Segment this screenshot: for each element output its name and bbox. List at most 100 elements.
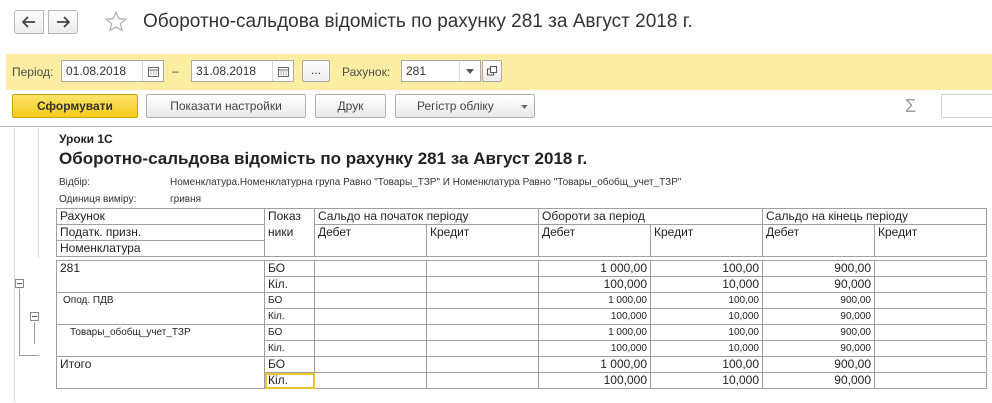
date-to-field[interactable]: 31.08.2018 <box>191 60 294 82</box>
cell[interactable] <box>874 340 987 357</box>
report-title: Оборотно-сальдова відомість по рахунку 2… <box>59 149 588 168</box>
sum-icon[interactable]: Σ <box>905 96 916 117</box>
forward-button[interactable] <box>48 10 78 34</box>
cell-turnover-debit[interactable]: 1 000,00 <box>538 260 651 277</box>
cell[interactable] <box>426 276 539 293</box>
cell-closing-debit[interactable]: 90,000 <box>762 276 875 293</box>
cell-closing-debit[interactable]: 90,000 <box>762 372 875 389</box>
cell[interactable] <box>874 260 987 277</box>
cell-turnover-debit[interactable]: 1 000,00 <box>538 292 651 309</box>
cell[interactable] <box>874 292 987 309</box>
favorite-star-icon[interactable] <box>104 10 128 34</box>
cell-closing-debit[interactable]: 90,000 <box>762 308 875 325</box>
header-nomenclature: Номенклатура <box>56 240 265 257</box>
cell[interactable] <box>314 276 427 293</box>
register-button[interactable]: Регістр обліку <box>395 94 535 118</box>
cell[interactable] <box>874 324 987 341</box>
header-turnover-debit: Дебет <box>538 224 651 241</box>
row-indicator[interactable]: Кіл. <box>264 340 315 357</box>
cell[interactable] <box>314 292 427 309</box>
cell-turnover-debit[interactable]: 100,000 <box>538 340 651 357</box>
cell[interactable] <box>874 276 987 293</box>
row-nomenclature-name[interactable]: Товары_обобщ_учет_ТЗР <box>56 324 265 341</box>
cell[interactable] <box>314 308 427 325</box>
cell[interactable] <box>56 340 265 357</box>
open-window-icon <box>487 66 497 76</box>
period-select-button[interactable]: ... <box>302 60 330 82</box>
cell-turnover-credit[interactable]: 10,000 <box>650 372 763 389</box>
header-row: Номенклатура <box>56 240 987 257</box>
cell[interactable] <box>874 308 987 325</box>
cell-turnover-credit[interactable]: 10,000 <box>650 276 763 293</box>
header-account: Рахунок <box>56 208 265 225</box>
cell[interactable] <box>426 292 539 309</box>
row-tax-name[interactable]: Опод. ПДВ <box>56 292 265 309</box>
account-field[interactable]: 281 <box>401 60 481 82</box>
cell[interactable] <box>426 324 539 341</box>
row-indicator[interactable]: БО <box>264 356 315 373</box>
cell[interactable] <box>56 276 265 293</box>
cell[interactable] <box>314 260 427 277</box>
cell[interactable] <box>426 260 539 277</box>
cell-turnover-debit[interactable]: 1 000,00 <box>538 356 651 373</box>
header-indicators: Показ <box>264 208 315 225</box>
calendar-to-button[interactable] <box>272 61 293 81</box>
chevron-down-icon <box>521 105 528 109</box>
cell-turnover-credit[interactable]: 10,000 <box>650 308 763 325</box>
cell[interactable] <box>426 340 539 357</box>
row-indicator[interactable]: Кіл. <box>264 308 315 325</box>
cell-closing-debit[interactable]: 900,00 <box>762 292 875 309</box>
cell-turnover-debit[interactable]: 100,000 <box>538 372 651 389</box>
report-organization: Уроки 1С <box>59 132 113 146</box>
cell[interactable] <box>874 372 987 389</box>
cell-closing-debit[interactable]: 900,00 <box>762 356 875 373</box>
collapse-group-icon[interactable] <box>15 279 24 288</box>
header-closing-debit: Дебет <box>762 224 875 241</box>
row-indicator-selected[interactable]: Кіл. <box>264 372 315 389</box>
row-total-name[interactable]: Итого <box>56 356 265 373</box>
cell-closing-debit[interactable]: 900,00 <box>762 260 875 277</box>
calendar-from-button[interactable] <box>142 61 163 81</box>
cell[interactable] <box>314 372 427 389</box>
header-indicators-cont: ники <box>264 224 315 241</box>
print-button[interactable]: Друк <box>315 94 386 118</box>
unit-label: Одиниця виміру: <box>59 194 137 205</box>
show-settings-button[interactable]: Показати настройки <box>146 94 306 118</box>
cell[interactable] <box>874 356 987 373</box>
date-from-field[interactable]: 01.08.2018 <box>61 60 164 82</box>
header-row: Рахунок Показ Сальдо на початок періоду … <box>56 208 987 225</box>
cell-turnover-credit[interactable]: 100,00 <box>650 324 763 341</box>
cell[interactable] <box>314 356 427 373</box>
cell[interactable] <box>426 308 539 325</box>
cell[interactable] <box>314 324 427 341</box>
cell[interactable] <box>314 340 427 357</box>
row-indicator[interactable]: БО <box>264 324 315 341</box>
cell[interactable] <box>56 308 265 325</box>
collapse-group-icon[interactable] <box>30 312 39 321</box>
cell[interactable] <box>426 372 539 389</box>
row-account-name[interactable]: 281 <box>56 260 265 277</box>
cell-turnover-credit[interactable]: 100,00 <box>650 292 763 309</box>
cell-turnover-debit[interactable]: 1 000,00 <box>538 324 651 341</box>
cell-turnover-credit[interactable]: 100,00 <box>650 260 763 277</box>
header-cell <box>314 240 427 257</box>
cell-turnover-credit[interactable]: 100,00 <box>650 356 763 373</box>
account-open-button[interactable] <box>482 60 502 82</box>
header-cell <box>538 240 651 257</box>
row-indicator[interactable]: БО <box>264 260 315 277</box>
row-indicator[interactable]: Кіл. <box>264 276 315 293</box>
chevron-down-icon <box>466 68 474 74</box>
cell-turnover-debit[interactable]: 100,000 <box>538 308 651 325</box>
arrow-right-icon <box>57 16 70 28</box>
account-dropdown-button[interactable] <box>459 61 480 81</box>
cell[interactable] <box>56 372 265 389</box>
cell-closing-debit[interactable]: 90,000 <box>762 340 875 357</box>
cell-turnover-debit[interactable]: 100,000 <box>538 276 651 293</box>
generate-button[interactable]: Сформувати <box>12 94 138 118</box>
row-indicator[interactable]: БО <box>264 292 315 309</box>
cell-turnover-credit[interactable]: 10,000 <box>650 340 763 357</box>
cell[interactable] <box>426 356 539 373</box>
cell-closing-debit[interactable]: 900,00 <box>762 324 875 341</box>
back-button[interactable] <box>14 10 44 34</box>
unit-value: гривня <box>170 194 202 205</box>
